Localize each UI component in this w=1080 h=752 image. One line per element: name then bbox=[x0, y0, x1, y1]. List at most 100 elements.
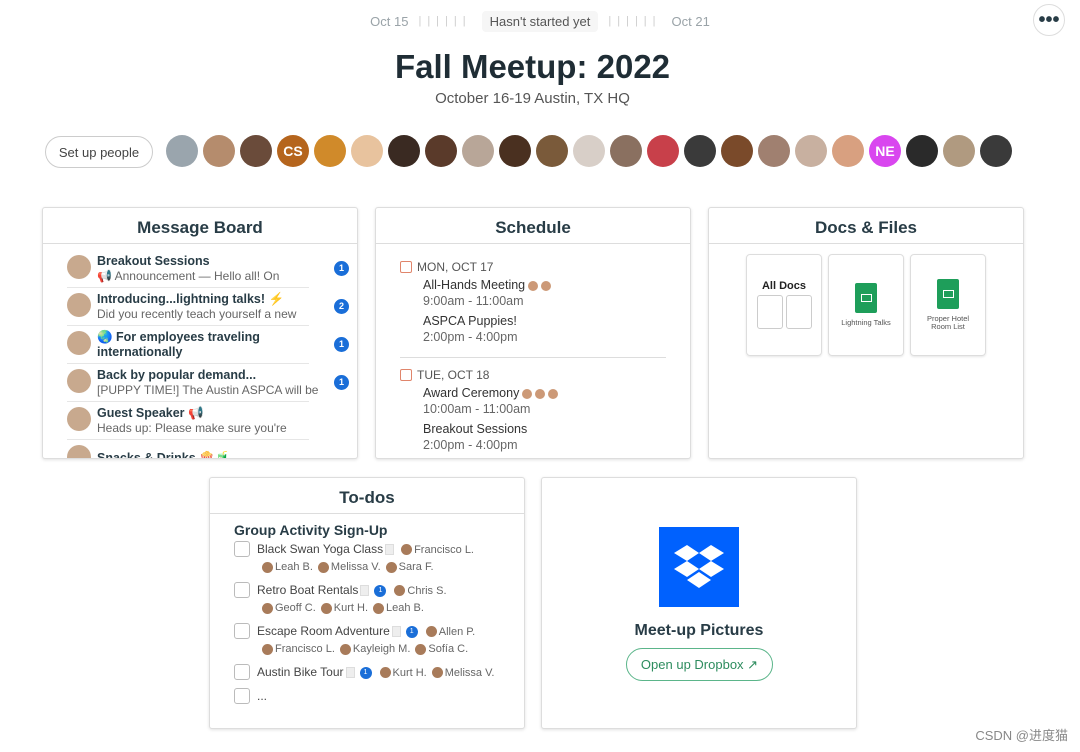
set-up-people-button[interactable]: Set up people bbox=[45, 136, 153, 168]
avatar[interactable] bbox=[832, 135, 864, 167]
avatar[interactable] bbox=[795, 135, 827, 167]
open-dropbox-button[interactable]: Open up Dropbox ↗ bbox=[626, 648, 773, 681]
schedule-event[interactable]: Award Ceremony 10:00am - 11:00am bbox=[423, 385, 666, 417]
doc-hotel-room-list[interactable]: Proper Hotel Room List bbox=[910, 254, 986, 356]
avatar[interactable] bbox=[536, 135, 568, 167]
card-title[interactable]: Schedule bbox=[376, 208, 690, 244]
message-title[interactable]: Snacks & Drinks 🍿🧃 bbox=[97, 451, 230, 458]
card-title[interactable]: To-dos bbox=[210, 478, 524, 514]
dropbox-card[interactable]: Meet-up Pictures Open up Dropbox ↗ bbox=[541, 477, 857, 729]
notes-icon bbox=[385, 544, 395, 556]
todo-title[interactable]: Austin Bike Tour bbox=[257, 665, 344, 679]
assignee-avatar bbox=[262, 602, 273, 614]
assignee-avatar bbox=[394, 585, 406, 597]
todo-title-line: Black Swan Yoga Class Francisco L. bbox=[257, 541, 474, 559]
avatar[interactable] bbox=[610, 135, 642, 167]
doc-label: Proper Hotel Room List bbox=[926, 314, 970, 331]
schedule-day: TUE, OCT 18 bbox=[400, 368, 666, 382]
message-item[interactable]: Breakout Sessions 📢 Announcement — Hello … bbox=[67, 250, 349, 288]
avatar[interactable] bbox=[462, 135, 494, 167]
assignee-avatar bbox=[317, 561, 329, 573]
avatar[interactable] bbox=[351, 135, 383, 167]
message-title[interactable]: Guest Speaker 📢 bbox=[97, 406, 287, 421]
todo-checkbox[interactable] bbox=[234, 582, 250, 598]
avatar[interactable]: NE bbox=[869, 135, 901, 167]
doc-lightning-talks[interactable]: Lightning Talks bbox=[828, 254, 904, 356]
schedule-event[interactable]: ASPCA Puppies! 2:00pm - 4:00pm bbox=[423, 313, 666, 345]
assignee-avatar bbox=[401, 544, 413, 556]
avatar[interactable] bbox=[906, 135, 938, 167]
avatar[interactable] bbox=[314, 135, 346, 167]
message-snippet: 📢 Announcement — Hello all! On bbox=[97, 268, 280, 283]
message-board-card[interactable]: Message Board Breakout Sessions 📢 Announc… bbox=[42, 207, 358, 459]
avatar[interactable] bbox=[647, 135, 679, 167]
schedule-card[interactable]: Schedule MON, OCT 17 All-Hands Meeting 9:0… bbox=[375, 207, 691, 459]
more-options-button[interactable]: ••• bbox=[1033, 4, 1065, 36]
avatar[interactable] bbox=[499, 135, 531, 167]
avatar[interactable] bbox=[425, 135, 457, 167]
doc-all-docs[interactable]: All Docs bbox=[746, 254, 822, 356]
message-item[interactable]: Guest Speaker 📢 Heads up: Please make sur… bbox=[67, 402, 309, 440]
todo-item: Black Swan Yoga Class Francisco L. Leah B.… bbox=[234, 541, 500, 576]
avatar[interactable] bbox=[240, 135, 272, 167]
todo-checkbox[interactable] bbox=[234, 623, 250, 639]
todo-title[interactable]: Retro Boat Rentals bbox=[257, 583, 358, 597]
message-text: 🌏 For employees traveling internationall… bbox=[97, 330, 309, 360]
avatar[interactable]: CS bbox=[277, 135, 309, 167]
notes-icon bbox=[391, 626, 401, 638]
avatar[interactable] bbox=[388, 135, 420, 167]
todo-checkbox[interactable] bbox=[234, 664, 250, 680]
schedule-event[interactable]: Breakout Sessions 2:00pm - 4:00pm bbox=[423, 421, 666, 453]
avatar[interactable] bbox=[166, 135, 198, 167]
assignee-name: Sara F. bbox=[398, 561, 434, 573]
card-title[interactable]: Docs & Files bbox=[709, 208, 1023, 244]
timeline-ticks: |||||| bbox=[608, 15, 662, 27]
avatar[interactable] bbox=[758, 135, 790, 167]
todo-title[interactable]: ... bbox=[257, 689, 267, 703]
message-item[interactable]: Back by popular demand... [PUPPY TIME!] T… bbox=[67, 364, 349, 402]
todo-title[interactable]: Escape Room Adventure bbox=[257, 624, 390, 638]
docs-card[interactable]: Docs & Files All Docs Lightning Talks Pr… bbox=[708, 207, 1024, 459]
message-title[interactable]: Breakout Sessions bbox=[97, 254, 279, 269]
avatar bbox=[67, 407, 91, 431]
schedule-day: MON, OCT 17 bbox=[400, 260, 666, 274]
todo-group-title[interactable]: Group Activity Sign-Up bbox=[234, 522, 500, 538]
todo-checkbox[interactable] bbox=[234, 541, 250, 557]
todos-card[interactable]: To-dos Group Activity Sign-Up Black Swan… bbox=[209, 477, 525, 729]
todo-content: ... bbox=[257, 688, 267, 705]
avatar[interactable] bbox=[684, 135, 716, 167]
assignee-avatar bbox=[339, 643, 351, 655]
avatar bbox=[67, 255, 91, 279]
schedule-event[interactable]: All-Hands Meeting 9:00am - 11:00am bbox=[423, 277, 666, 309]
message-item[interactable]: 🌏 For employees traveling internationall… bbox=[67, 326, 349, 364]
day-label: MON, OCT 17 bbox=[417, 260, 494, 274]
comment-count-badge: 2 bbox=[334, 298, 349, 314]
message-title[interactable]: Introducing...lightning talks! ⚡ bbox=[97, 292, 296, 307]
event-time: 10:00am - 11:00am bbox=[423, 402, 531, 416]
todo-checkbox[interactable] bbox=[234, 688, 250, 704]
avatar[interactable] bbox=[573, 135, 605, 167]
message-snippet: Did you recently teach yourself a new bbox=[97, 306, 297, 321]
message-title[interactable]: 🌏 For employees traveling internationall… bbox=[97, 330, 309, 360]
message-item[interactable]: Snacks & Drinks 🍿🧃 bbox=[67, 440, 309, 458]
timeline-ticks: |||||| bbox=[418, 15, 472, 27]
todo-item: Austin Bike Tour 1 Kurt H. Melissa V. bbox=[234, 664, 500, 682]
todo-title[interactable]: Black Swan Yoga Class bbox=[257, 542, 383, 556]
message-text: Back by popular demand... [PUPPY TIME!] T… bbox=[97, 368, 318, 398]
card-title[interactable]: Message Board bbox=[43, 208, 357, 244]
event-title: Breakout Sessions bbox=[423, 422, 528, 436]
avatar[interactable] bbox=[203, 135, 235, 167]
assignee-avatar bbox=[431, 667, 443, 679]
todo-assignees: Geoff C. Kurt H. Leah B. bbox=[257, 600, 447, 617]
avatar[interactable] bbox=[943, 135, 975, 167]
assignee-avatar bbox=[373, 602, 384, 614]
message-item[interactable]: Introducing...lightning talks! ⚡ Did you … bbox=[67, 288, 349, 326]
todo-item: Retro Boat Rentals 1 Chris S. Geoff C. Kurt … bbox=[234, 582, 500, 617]
message-title[interactable]: Back by popular demand... bbox=[97, 368, 318, 383]
avatar[interactable] bbox=[980, 135, 1012, 167]
assignee-name: Sofía C. bbox=[428, 643, 469, 655]
avatar[interactable] bbox=[721, 135, 753, 167]
avatar bbox=[67, 445, 91, 458]
attendee-avatar bbox=[522, 388, 533, 399]
message-text: Introducing...lightning talks! ⚡ Did you … bbox=[97, 292, 296, 322]
